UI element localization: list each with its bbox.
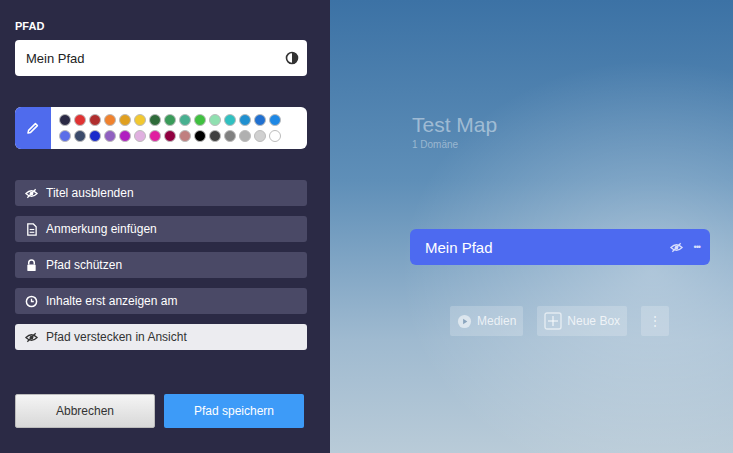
color-swatch[interactable] bbox=[224, 114, 236, 126]
color-swatch[interactable] bbox=[224, 130, 236, 142]
action-label: ⋮ bbox=[649, 314, 661, 328]
option-button[interactable]: Pfad verstecken in Ansicht bbox=[15, 324, 307, 350]
footer-buttons: Abbrechen Pfad speichern bbox=[15, 394, 307, 428]
color-swatch[interactable] bbox=[59, 130, 71, 142]
option-list: Titel ausblenden Anmerkung einfügen Pfad s… bbox=[15, 180, 307, 350]
option-label: Titel ausblenden bbox=[46, 186, 134, 200]
color-swatch[interactable] bbox=[59, 114, 71, 126]
plus-icon bbox=[544, 312, 562, 330]
color-swatch[interactable] bbox=[269, 114, 281, 126]
map-header: Test Map 1 Domäne bbox=[412, 113, 497, 150]
color-swatch[interactable] bbox=[74, 114, 86, 126]
color-swatch[interactable] bbox=[89, 114, 101, 126]
contrast-icon[interactable] bbox=[285, 51, 299, 65]
option-button[interactable]: Titel ausblenden bbox=[15, 180, 307, 206]
footer-button[interactable]: Abbrechen bbox=[15, 394, 155, 428]
action-label: Medien bbox=[477, 314, 516, 328]
action-button[interactable]: Neue Box bbox=[537, 306, 627, 336]
pencil-icon bbox=[26, 121, 40, 135]
action-button[interactable]: Medien bbox=[450, 306, 523, 336]
lock-icon bbox=[25, 259, 38, 272]
color-swatch[interactable] bbox=[164, 114, 176, 126]
name-value: Mein Pfad bbox=[26, 51, 85, 66]
option-label: Pfad verstecken in Ansicht bbox=[46, 330, 187, 344]
color-swatch[interactable] bbox=[134, 114, 146, 126]
path-menu[interactable]: ••• bbox=[694, 242, 700, 252]
screen: PFAD Mein Pfad Titel ausblenden Anmerkung e… bbox=[0, 0, 733, 453]
footer-button[interactable]: Pfad speichern bbox=[164, 394, 304, 428]
color-swatch[interactable] bbox=[149, 114, 161, 126]
color-swatch[interactable] bbox=[89, 130, 101, 142]
option-label: Pfad schützen bbox=[46, 258, 122, 272]
color-swatch[interactable] bbox=[179, 114, 191, 126]
path-title: Mein Pfad bbox=[425, 239, 659, 256]
color-swatch[interactable] bbox=[209, 130, 221, 142]
map-canvas: Test Map 1 Domäne Mein Pfad ••• Medien Neue B… bbox=[330, 0, 733, 453]
color-palette bbox=[15, 107, 307, 149]
color-swatch[interactable] bbox=[104, 114, 116, 126]
option-button[interactable]: Anmerkung einfügen bbox=[15, 216, 307, 242]
color-swatch[interactable] bbox=[119, 130, 131, 142]
color-swatch[interactable] bbox=[269, 130, 281, 142]
color-swatch[interactable] bbox=[194, 130, 206, 142]
color-swatch[interactable] bbox=[239, 130, 251, 142]
name-field[interactable]: Mein Pfad bbox=[15, 40, 307, 76]
side-panel: PFAD Mein Pfad Titel ausblenden Anmerkung e… bbox=[0, 0, 330, 453]
color-swatch[interactable] bbox=[179, 130, 191, 142]
color-swatch[interactable] bbox=[74, 130, 86, 142]
eye-off-icon[interactable] bbox=[669, 241, 684, 254]
color-swatch[interactable] bbox=[239, 114, 251, 126]
option-button[interactable]: Inhalte erst anzeigen am bbox=[15, 288, 307, 314]
color-swatch[interactable] bbox=[209, 114, 221, 126]
color-swatch[interactable] bbox=[194, 114, 206, 126]
color-swatch[interactable] bbox=[254, 114, 266, 126]
color-swatch[interactable] bbox=[134, 130, 146, 142]
option-label: Anmerkung einfügen bbox=[46, 222, 157, 236]
eye-off-icon bbox=[25, 187, 38, 200]
document-icon bbox=[25, 223, 38, 236]
map-subtitle: 1 Domäne bbox=[412, 139, 497, 150]
clock-icon bbox=[25, 295, 38, 308]
color-swatch[interactable] bbox=[119, 114, 131, 126]
color-swatch[interactable] bbox=[149, 130, 161, 142]
color-swatch[interactable] bbox=[254, 130, 266, 142]
canvas-actions: Medien Neue Box ⋮ bbox=[450, 306, 669, 336]
action-button[interactable]: ⋮ bbox=[641, 306, 669, 336]
color-swatch[interactable] bbox=[104, 130, 116, 142]
panel-title: PFAD bbox=[15, 20, 307, 32]
eye-off-icon bbox=[25, 331, 38, 344]
swatch-grid bbox=[51, 107, 281, 149]
map-title: Test Map bbox=[412, 113, 497, 137]
action-label: Neue Box bbox=[567, 314, 620, 328]
play-icon bbox=[457, 314, 472, 329]
path-bar[interactable]: Mein Pfad ••• bbox=[410, 229, 710, 265]
option-label: Inhalte erst anzeigen am bbox=[46, 294, 177, 308]
option-button[interactable]: Pfad schützen bbox=[15, 252, 307, 278]
color-swatch[interactable] bbox=[164, 130, 176, 142]
pencil-tab[interactable] bbox=[15, 107, 51, 149]
